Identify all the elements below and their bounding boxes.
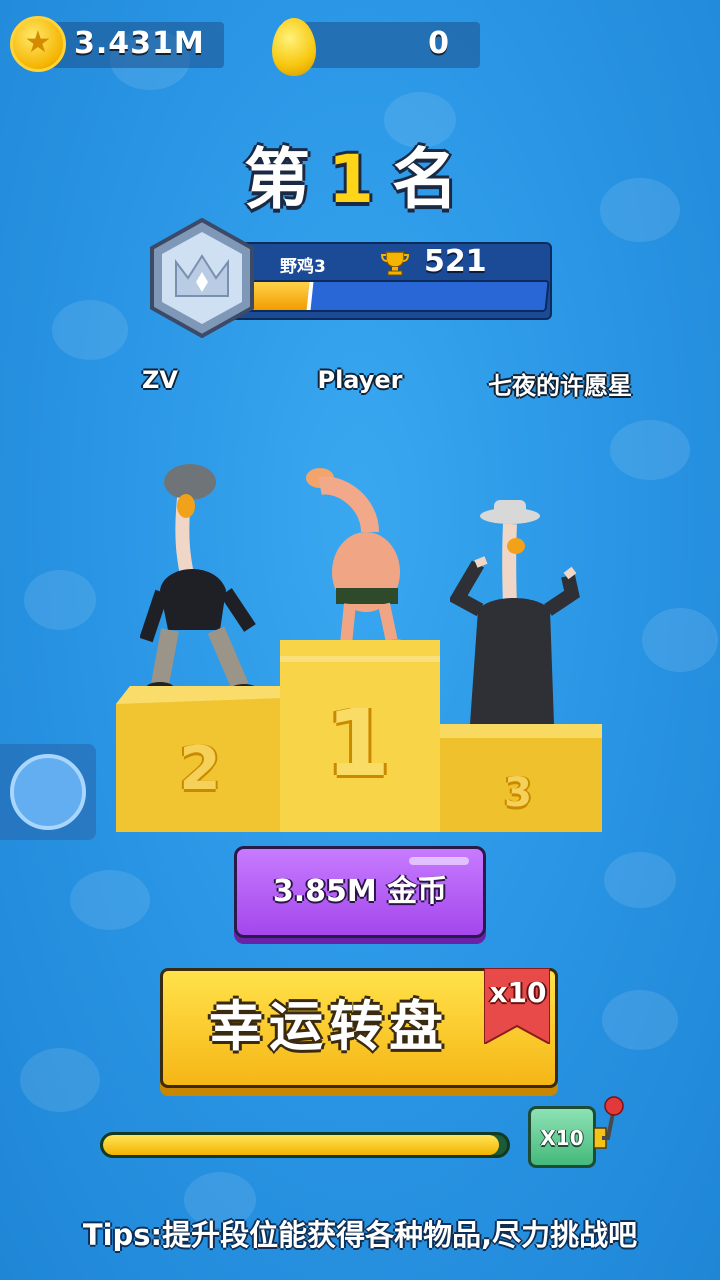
egg-count: 0 — [428, 26, 450, 61]
podium-number-third: 3 — [504, 770, 532, 816]
rank-title: 第1名 — [0, 126, 720, 222]
bonus-progress-fill — [103, 1135, 499, 1155]
rank-progress-fill — [246, 282, 314, 310]
player-name-second: ZV — [142, 366, 178, 394]
trophy-icon — [380, 251, 410, 276]
circle-icon — [10, 754, 86, 830]
crown-rank-badge-icon — [150, 218, 254, 338]
button-highlight — [409, 857, 469, 865]
character-first-place — [306, 468, 406, 651]
lucky-wheel-label: 幸运转盘 — [209, 995, 449, 1058]
rank-progress-bar — [244, 280, 550, 312]
rank-suffix: 名 — [391, 141, 476, 218]
lever-icon — [594, 1096, 624, 1149]
trophy-score: 521 — [424, 244, 487, 279]
player-name-first: Player — [317, 366, 403, 394]
claim-coins-button[interactable]: 3.85M 金币 — [234, 846, 486, 938]
x10-bonus-label: X10 — [540, 1126, 584, 1150]
side-joystick-button[interactable] — [0, 744, 96, 840]
golden-egg-icon — [272, 18, 316, 76]
tips-text: Tips:提升段位能获得各种物品,尽力挑战吧 — [82, 1218, 638, 1252]
player-name-third: 七夜的许愿星 — [488, 372, 632, 400]
rank-name: 野鸡3 — [280, 257, 326, 277]
star-coin-icon: ★ — [10, 16, 66, 72]
bonus-progress-bar — [100, 1132, 510, 1158]
podium-number-second: 2 — [179, 734, 221, 804]
wheel-multiplier: x10 — [489, 976, 547, 1009]
rank-number: 1 — [328, 141, 392, 218]
x10-bonus-button[interactable]: X10 — [528, 1106, 596, 1168]
rank-progress-panel: 野鸡3 521 — [218, 242, 552, 320]
rank-prefix: 第 — [244, 141, 329, 218]
podium-number-first: 1 — [326, 690, 391, 797]
claim-coins-label: 3.85M 金币 — [272, 874, 448, 909]
coin-count: 3.431M — [74, 26, 205, 61]
